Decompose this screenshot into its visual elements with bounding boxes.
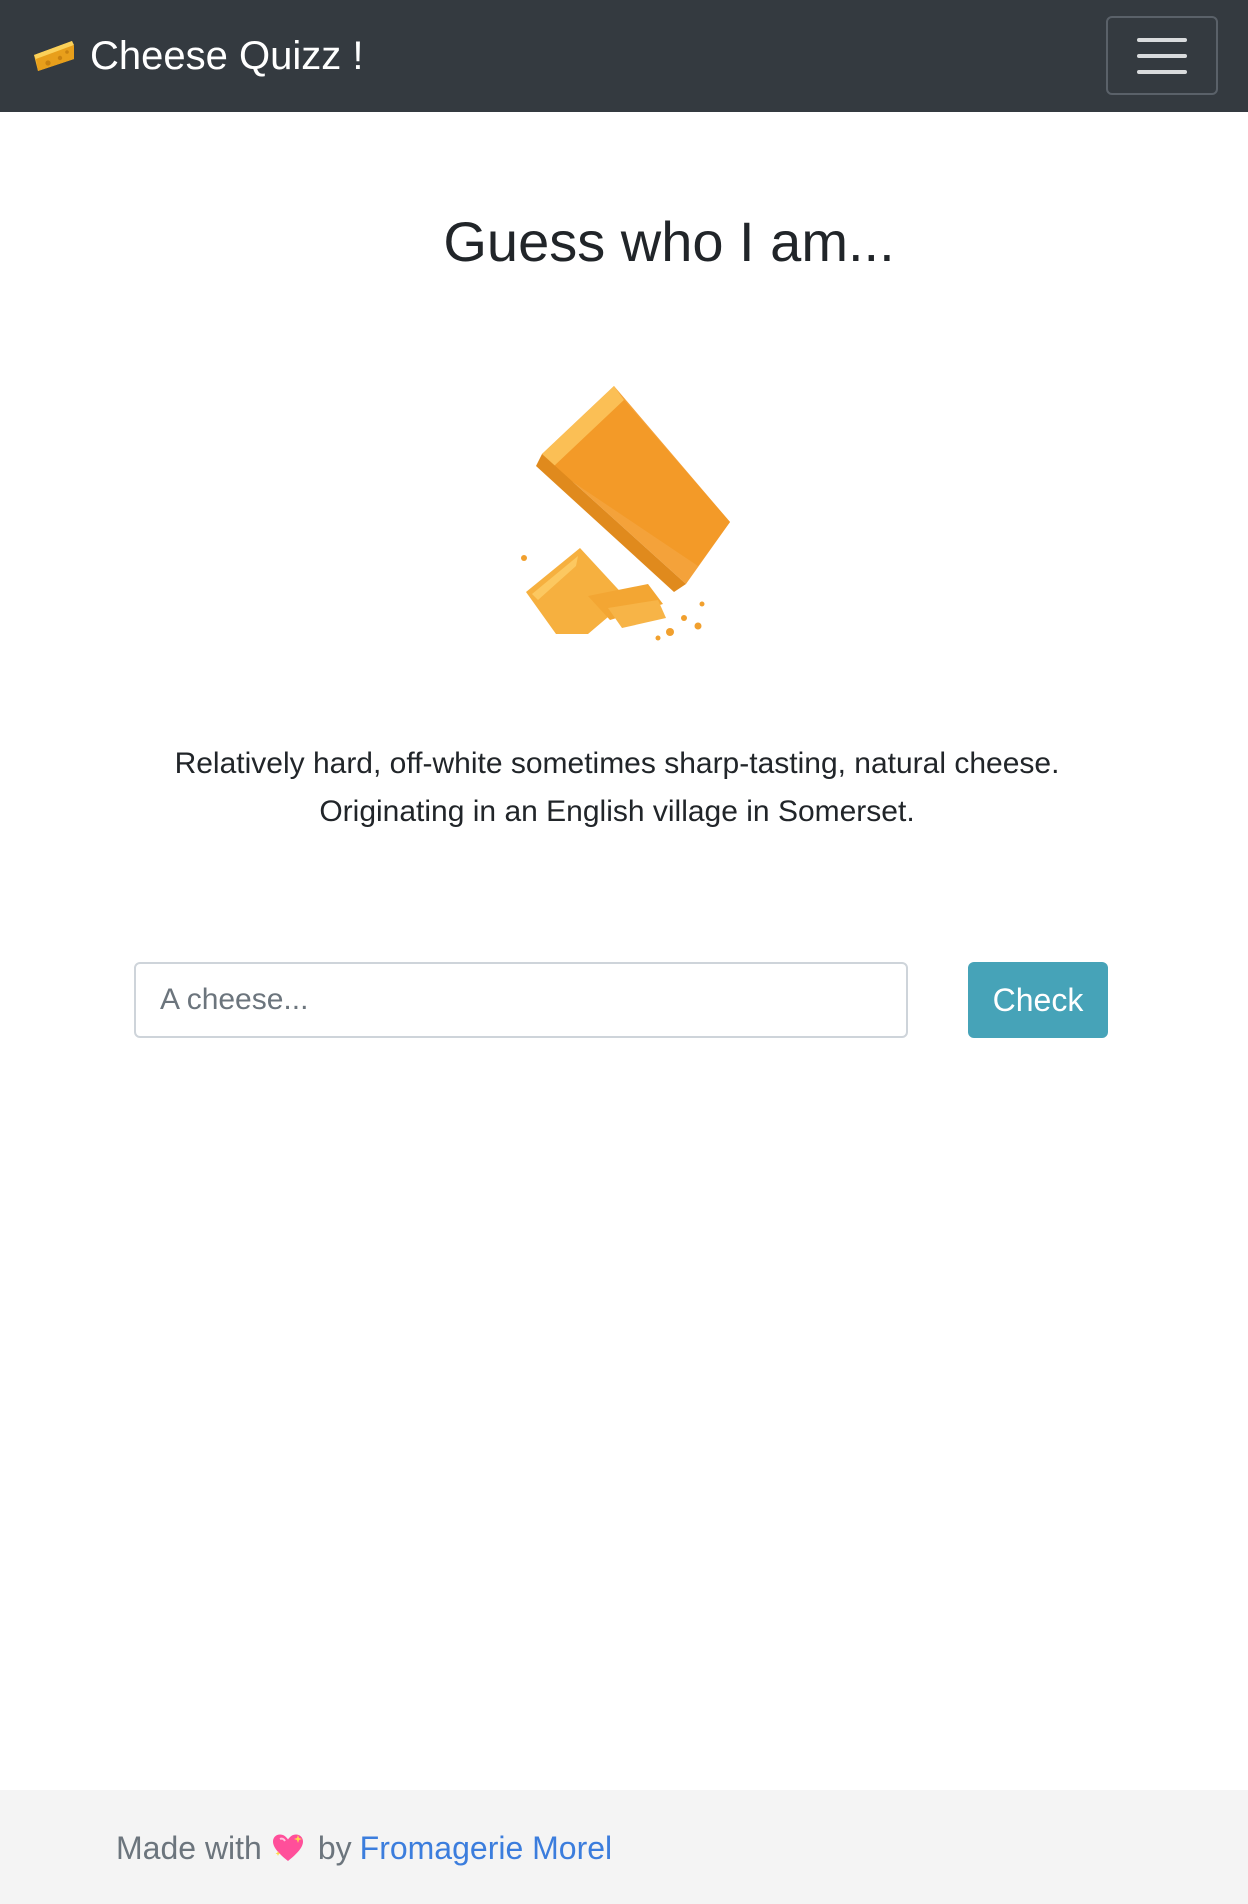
brand-label: Cheese Quizz !: [90, 34, 364, 78]
cheese-wedge-icon: [34, 41, 74, 71]
footer-by: by: [317, 1830, 352, 1866]
fromagerie-morel-link[interactable]: Fromagerie Morel: [360, 1826, 613, 1870]
navbar: Cheese Quizz !: [0, 0, 1248, 112]
hamburger-menu-icon: [1137, 69, 1187, 74]
hamburger-menu-icon: [1137, 53, 1187, 58]
page-title: Guess who I am...: [443, 210, 895, 273]
hamburger-menu-icon: [1137, 37, 1187, 42]
navbar-toggle-button[interactable]: [1106, 16, 1218, 95]
brand-link[interactable]: Cheese Quizz !: [32, 32, 363, 80]
cheese-guess-input[interactable]: [134, 962, 908, 1038]
page: Cheese Quizz ! Guess who I am... Relativ…: [0, 0, 1248, 1904]
cheese-image: [498, 386, 754, 642]
cheese-description: Relatively hard, off-white sometimes sha…: [0, 740, 1234, 836]
footer: Made with by Fromagerie Morel: [0, 1790, 1248, 1904]
check-button[interactable]: Check: [968, 962, 1108, 1038]
description-line-1: Relatively hard, off-white sometimes sha…: [174, 747, 1060, 780]
footer-credits: Made with by Fromagerie Morel: [116, 1826, 612, 1870]
description-line-2: Originating in an English village in Som…: [319, 795, 915, 828]
sparkling-heart-icon: [272, 1834, 303, 1861]
footer-made-with: Made with: [116, 1830, 262, 1866]
